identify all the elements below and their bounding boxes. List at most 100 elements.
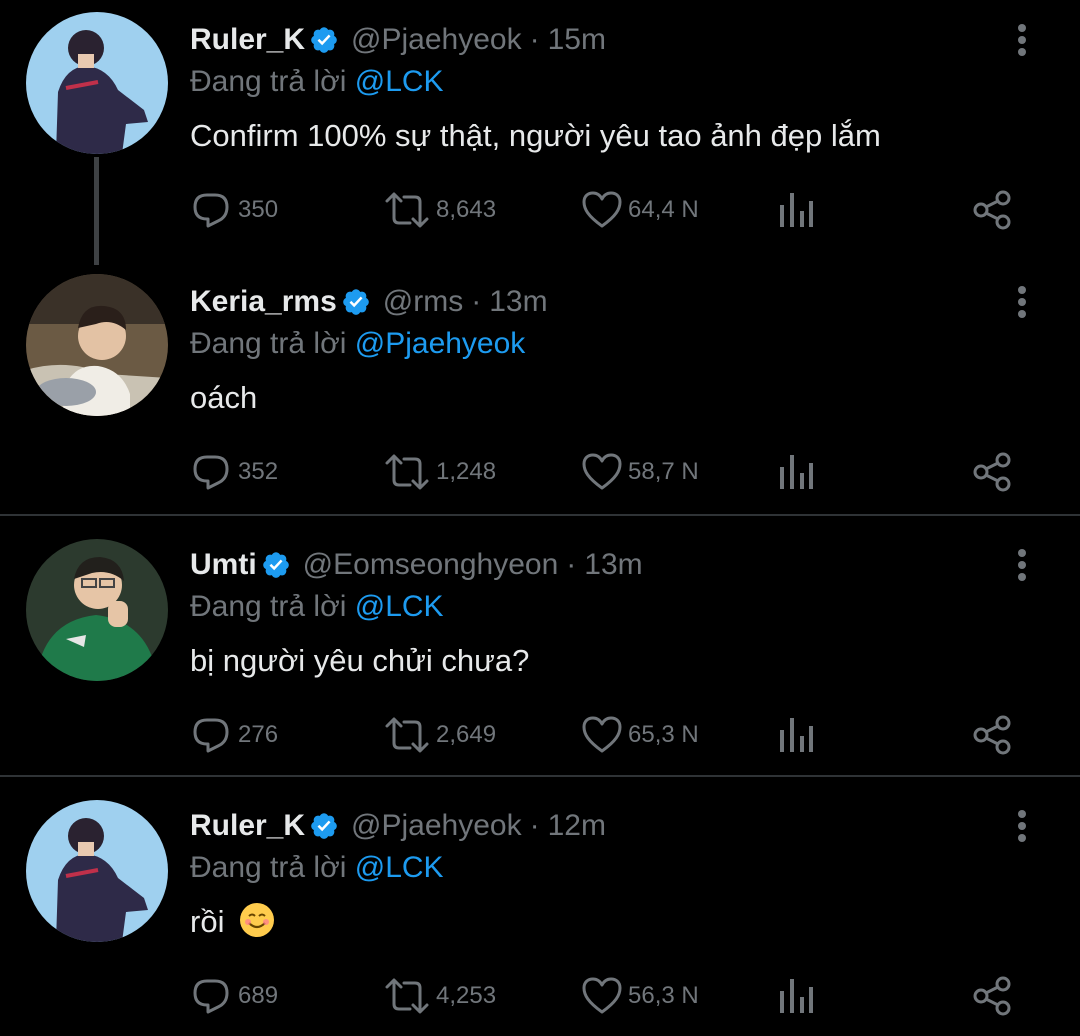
share-button[interactable] xyxy=(972,450,1014,494)
retweet-button[interactable]: 8,643 xyxy=(384,188,496,232)
like-button[interactable]: 58,7 N xyxy=(582,450,699,494)
like-button[interactable]: 65,3 N xyxy=(582,713,699,757)
tweet-text-content: rồi xyxy=(190,904,225,939)
avatar-keria[interactable] xyxy=(26,274,168,416)
retweet-button[interactable]: 2,649 xyxy=(384,713,496,757)
share-icon xyxy=(973,190,1011,230)
more-options-icon[interactable] xyxy=(1010,806,1034,846)
display-name[interactable]: Umti xyxy=(190,545,257,585)
avatar-ruler[interactable] xyxy=(26,800,168,942)
retweet-icon xyxy=(385,454,429,490)
retweet-count: 4,253 xyxy=(436,982,497,1009)
mention-link[interactable]: @Pjaehyeok xyxy=(355,327,526,360)
reply-count: 350 xyxy=(238,196,279,223)
tweet-actions: 276 2,649 65,3 N xyxy=(0,713,1080,757)
views-button[interactable] xyxy=(778,974,814,1018)
views-button[interactable] xyxy=(778,450,814,494)
like-count: 65,3 N xyxy=(628,721,699,748)
views-button[interactable] xyxy=(778,188,814,232)
reply-button[interactable]: 276 xyxy=(190,713,278,757)
reply-button[interactable]: 350 xyxy=(190,188,278,232)
display-name[interactable]: Keria_rms xyxy=(190,282,337,322)
handle[interactable]: @Pjaehyeok xyxy=(351,20,522,60)
timestamp[interactable]: 12m xyxy=(548,806,606,846)
timestamp[interactable]: 13m xyxy=(584,545,642,585)
reply-count: 689 xyxy=(238,982,279,1009)
share-icon xyxy=(973,452,1011,492)
more-options-icon[interactable] xyxy=(1010,545,1034,585)
tweet[interactable]: Ruler_K @Pjaehyeok · 12m Đang trả lời @L… xyxy=(0,786,1080,1036)
retweet-icon xyxy=(385,192,429,228)
timestamp[interactable]: 13m xyxy=(489,282,547,322)
verified-badge-icon xyxy=(262,552,289,578)
divider xyxy=(0,775,1080,777)
timestamp[interactable]: 15m xyxy=(548,20,606,60)
reply-icon xyxy=(193,193,229,228)
tweet-header: Keria_rms @rms · 13m xyxy=(190,282,548,322)
replying-to-label: Đang trả lời xyxy=(190,65,347,98)
tweet-text: oách xyxy=(190,380,258,415)
like-icon xyxy=(582,716,622,753)
tweet[interactable]: Umti @Eomseonghyeon · 13m Đang trả lời @… xyxy=(0,525,1080,775)
like-icon xyxy=(582,977,622,1014)
replying-to: Đang trả lời @Pjaehyeok xyxy=(190,324,525,364)
verified-badge-icon xyxy=(311,27,337,53)
reply-count: 352 xyxy=(238,458,279,485)
separator-dot: · xyxy=(471,285,482,318)
tweet-header: Ruler_K @Pjaehyeok · 12m xyxy=(190,806,606,846)
handle[interactable]: @rms xyxy=(383,282,463,322)
like-icon xyxy=(582,191,622,228)
share-button[interactable] xyxy=(972,974,1014,1018)
display-name[interactable]: Ruler_K xyxy=(190,20,305,60)
mention-link[interactable]: @LCK xyxy=(355,65,444,98)
replying-to: Đang trả lời @LCK xyxy=(190,587,444,627)
avatar-ruler[interactable] xyxy=(26,12,168,154)
mention-link[interactable]: @LCK xyxy=(355,590,444,623)
more-options-icon[interactable] xyxy=(1010,20,1034,60)
like-button[interactable]: 56,3 N xyxy=(582,974,699,1018)
like-count: 58,7 N xyxy=(628,458,699,485)
display-name[interactable]: Ruler_K xyxy=(190,806,305,846)
tweet-text: rồi xyxy=(190,902,275,942)
like-button[interactable]: 64,4 N xyxy=(582,188,699,232)
tweet-actions: 350 8,643 64,4 N xyxy=(0,188,1080,232)
handle[interactable]: @Pjaehyeok xyxy=(351,806,522,846)
share-button[interactable] xyxy=(972,188,1014,232)
replying-to: Đang trả lời @LCK xyxy=(190,848,444,888)
tweet-header: Ruler_K @Pjaehyeok · 15m xyxy=(190,20,606,60)
retweet-button[interactable]: 4,253 xyxy=(384,974,496,1018)
views-icon xyxy=(780,455,813,489)
retweet-icon xyxy=(385,978,429,1014)
like-count: 64,4 N xyxy=(628,196,699,223)
handle[interactable]: @Eomseonghyeon xyxy=(303,545,559,585)
tweet-actions: 352 1,248 58,7 N xyxy=(0,450,1080,494)
reply-button[interactable]: 352 xyxy=(190,450,278,494)
tweet[interactable]: Ruler_K @Pjaehyeok · 15m Đang trả lời @L… xyxy=(0,0,1080,265)
share-icon xyxy=(973,715,1011,755)
reply-button[interactable]: 689 xyxy=(190,974,278,1018)
separator-dot: · xyxy=(566,548,577,581)
reply-icon xyxy=(193,979,229,1014)
like-count: 56,3 N xyxy=(628,982,699,1009)
views-icon xyxy=(780,193,813,227)
retweet-count: 1,248 xyxy=(436,458,497,485)
tweet[interactable]: Keria_rms @rms · 13m Đang trả lời @Pjaeh… xyxy=(0,262,1080,514)
replying-to-label: Đang trả lời xyxy=(190,851,347,884)
avatar-umti[interactable] xyxy=(26,539,168,681)
retweet-button[interactable]: 1,248 xyxy=(384,450,496,494)
smiling-face-emoji-icon xyxy=(240,903,275,937)
retweet-count: 8,643 xyxy=(436,196,497,223)
separator-dot: · xyxy=(529,809,540,842)
verified-badge-icon xyxy=(311,813,337,839)
mention-link[interactable]: @LCK xyxy=(355,851,444,884)
like-icon xyxy=(582,453,622,490)
views-icon xyxy=(780,979,813,1013)
tweet-actions: 689 4,253 56,3 N xyxy=(0,974,1080,1018)
reply-icon xyxy=(193,455,229,490)
views-icon xyxy=(780,718,813,752)
more-options-icon[interactable] xyxy=(1010,282,1034,322)
separator-dot: · xyxy=(529,23,540,56)
tweet-text: Confirm 100% sự thật, người yêu tao ảnh … xyxy=(190,118,881,153)
views-button[interactable] xyxy=(778,713,814,757)
share-button[interactable] xyxy=(972,713,1014,757)
